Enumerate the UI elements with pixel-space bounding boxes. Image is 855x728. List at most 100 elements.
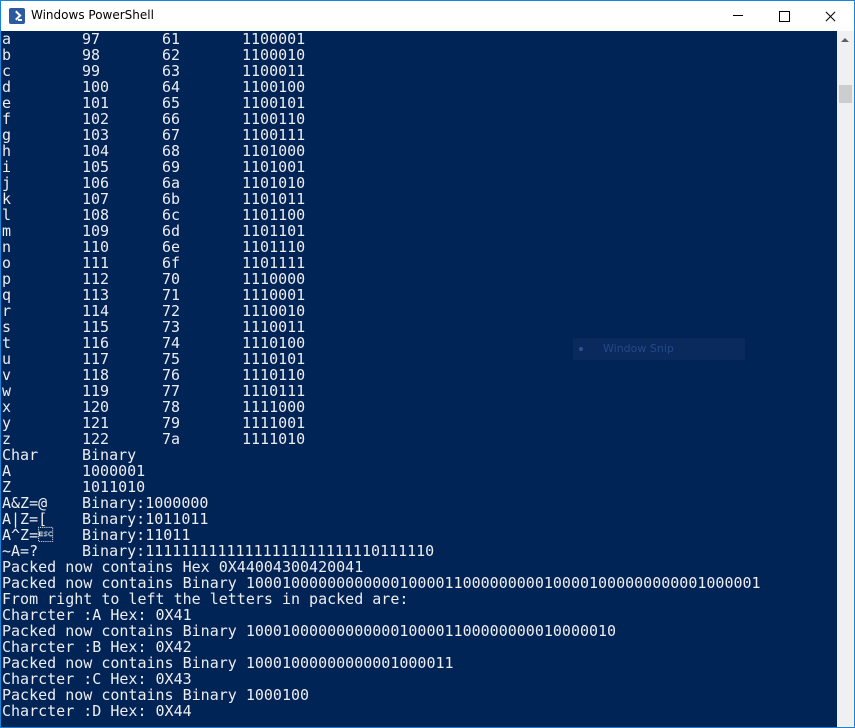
hex-cell: 7a [162,430,181,448]
decimal-cell: 112 [82,270,110,288]
hex-cell: 68 [162,142,181,160]
binary-cell: 1110100 [242,334,306,352]
hex-cell: 66 [162,110,181,128]
char-cell: o [2,254,12,272]
binary-cell: 1101110 [242,238,306,256]
hex-cell: 61 [162,31,181,48]
hex-cell: 75 [162,350,181,368]
hex-cell: 6d [162,222,181,240]
scroll-up-arrow-icon[interactable] [837,31,854,48]
char-cell: y [2,414,12,432]
binary-cell: 1111010 [242,430,306,448]
expr-cell: A|Z=[ [2,510,48,528]
binary-row: ~A=? Binary:11111111111111111111111110111… [2,543,761,559]
hex-cell: 71 [162,286,181,304]
ascii-row: h 104 68 1101000 [2,143,761,159]
binary-table: Char Binary A 1000001 Z 1011010 A&Z=@ Binary:10… [2,447,761,559]
decimal-cell: 111 [82,254,110,272]
output-line: From right to left the letters in packed… [2,590,409,608]
char-cell: i [2,158,12,176]
char-cell: g [2,126,12,144]
decimal-cell: 107 [82,190,110,208]
char-cell: z [2,430,12,448]
decimal-cell: 99 [82,62,101,80]
snip-dot-icon [579,347,583,351]
binary-cell: 1101001 [242,158,306,176]
hex-cell: 69 [162,158,181,176]
ascii-row: o 111 6f 1101111 [2,255,761,271]
binary-cell: 1110000 [242,270,306,288]
ascii-row: n 110 6e 1101110 [2,239,761,255]
binary-cell: 1100010 [242,46,306,64]
decimal-cell: 121 [82,414,110,432]
output-line: Packed now contains Binary 1000100000000… [2,622,617,640]
binary-cell: 1110111 [242,382,306,400]
binary-value-cell: 1000001 [82,462,146,480]
ascii-row: f 102 66 1100110 [2,111,761,127]
packed-output: Packed now contains Hex 0X44004300420041… [2,559,761,719]
binary-cell: 1100100 [242,78,306,96]
binary-cell: 1100101 [242,94,306,112]
decimal-cell: 115 [82,318,110,336]
binary-cell: 1100110 [242,110,306,128]
hex-cell: 76 [162,366,181,384]
char-cell: m [2,222,12,240]
output-line: Charcter :D Hex: 0X44 [2,702,192,720]
window-snip-overlay[interactable]: Window Snip [573,338,745,360]
console-text: a 97 61 1100001 b 98 62 1100010 c 99 63 1100011 d 100… [2,31,761,719]
hex-cell: 65 [162,94,181,112]
binary-cell: 1110011 [242,318,306,336]
powershell-icon[interactable] [9,8,25,24]
decimal-cell: 108 [82,206,110,224]
char-cell: h [2,142,12,160]
window-title: Windows PowerShell [31,8,154,22]
hex-cell: 73 [162,318,181,336]
hex-cell: 64 [162,78,181,96]
ascii-row: a 97 61 1100001 [2,31,761,47]
hex-cell: 63 [162,62,181,80]
ascii-row: p 112 70 1110000 [2,271,761,287]
decimal-cell: 117 [82,350,110,368]
hex-cell: 74 [162,334,181,352]
decimal-cell: 106 [82,174,110,192]
hex-cell: 78 [162,398,181,416]
binary-value-cell: Binary [82,446,137,464]
close-button[interactable] [807,1,853,31]
decimal-cell: 109 [82,222,110,240]
char-cell: b [2,46,12,64]
hex-cell: 62 [162,46,181,64]
vertical-scrollbar[interactable] [837,31,854,727]
output-line: Charcter :A Hex: 0X41 [2,606,192,624]
decimal-cell: 110 [82,238,110,256]
title-bar[interactable]: Windows PowerShell [1,1,854,31]
decimal-cell: 103 [82,126,110,144]
output-line: Packed now contains Hex 0X44004300420041 [2,558,364,576]
minimize-button[interactable] [715,1,761,31]
expr-cell: A^Z= [2,526,54,544]
binary-value-cell: 1011010 [82,478,146,496]
expr-cell: A [2,462,12,480]
binary-cell: 1110010 [242,302,306,320]
maximize-button[interactable] [761,1,807,31]
ascii-row: s 115 73 1110011 [2,319,761,335]
binary-cell: 1101010 [242,174,306,192]
hex-cell: 6a [162,174,181,192]
decimal-cell: 100 [82,78,110,96]
ascii-row: m 109 6d 1101101 [2,223,761,239]
char-cell: w [2,382,12,400]
ascii-row: l 108 6c 1101100 [2,207,761,223]
expr-cell: A&Z=@ [2,494,48,512]
char-cell: x [2,398,12,416]
expr-cell: Char [2,446,39,464]
char-cell: l [2,206,12,224]
console-output[interactable]: a 97 61 1100001 b 98 62 1100010 c 99 63 1100011 d 100… [1,31,837,727]
binary-value-cell: Binary:1011011 [82,510,209,528]
ascii-row: y 121 79 1111001 [2,415,761,431]
binary-value-cell: Binary:11011 [82,526,191,544]
scrollbar-thumb[interactable] [839,85,852,103]
char-cell: j [2,174,12,192]
decimal-cell: 114 [82,302,110,320]
decimal-cell: 116 [82,334,110,352]
expr-cell: Z [2,478,12,496]
decimal-cell: 118 [82,366,110,384]
